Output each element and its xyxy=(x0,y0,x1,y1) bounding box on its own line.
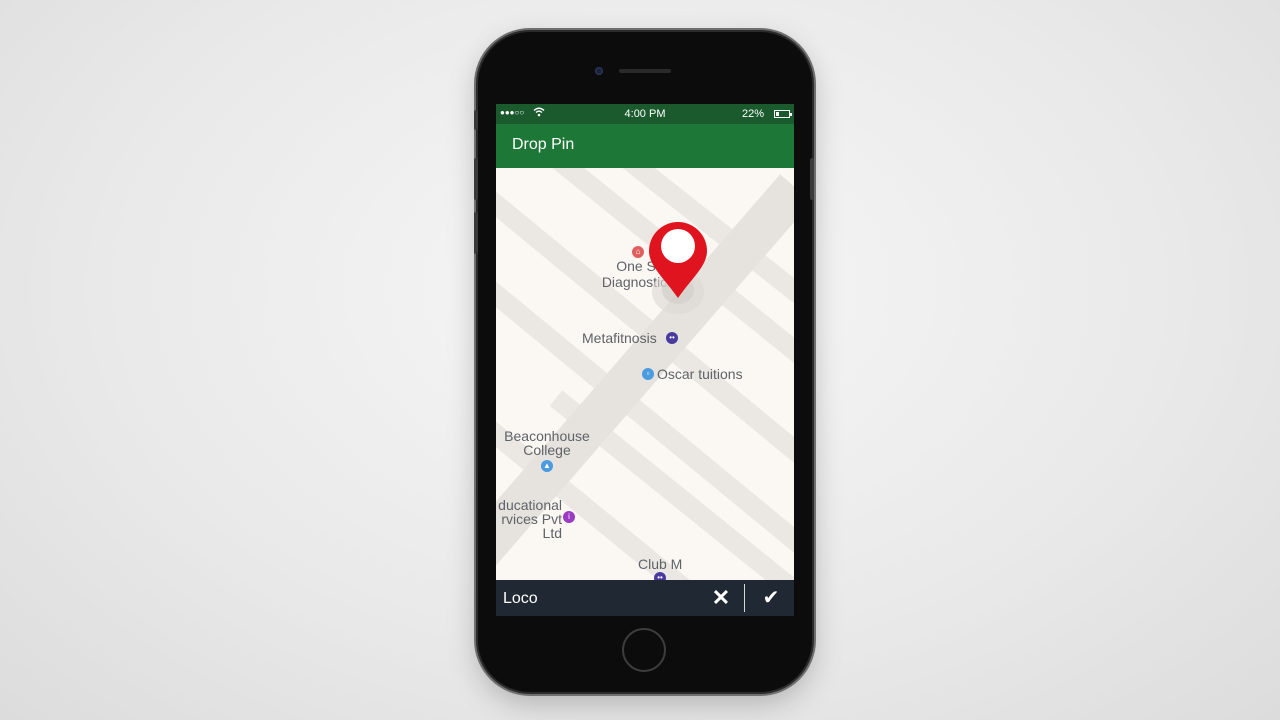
page-title: Drop Pin xyxy=(512,136,575,153)
club-icon[interactable]: •• xyxy=(654,572,666,580)
place-label-oscar-tuitions[interactable]: Oscar tuitions xyxy=(657,367,743,381)
place-label-metafitnosis[interactable]: Metafitnosis xyxy=(582,331,657,345)
location-name-text: Loco xyxy=(503,590,538,607)
graduation-cap-icon[interactable]: ▲ xyxy=(541,460,553,472)
map-view[interactable]: ⌂ One St Diagnostics Metafitnosis •• ▫ O… xyxy=(496,168,794,580)
fitness-icon[interactable]: •• xyxy=(666,332,678,344)
place-label-educational-services[interactable]: ducational rvices Pvt Ltd xyxy=(496,498,562,540)
battery-percent: 22% xyxy=(741,108,764,120)
place-label-line: rvices Pvt xyxy=(501,511,562,527)
earpiece-speaker xyxy=(619,69,671,73)
place-label-line: Ltd xyxy=(542,525,562,541)
place-label-beaconhouse[interactable]: Beaconhouse College xyxy=(498,429,596,457)
battery-icon xyxy=(774,110,792,118)
school-icon[interactable]: ▫ xyxy=(642,368,654,380)
front-camera xyxy=(595,67,603,75)
volume-down-button xyxy=(474,212,478,254)
map-pin-icon[interactable] xyxy=(634,216,722,326)
place-label-club-m[interactable]: Club M xyxy=(638,557,682,571)
mute-switch xyxy=(474,110,478,130)
bottom-bar: Loco ✕ ✔ xyxy=(496,580,794,616)
check-icon[interactable]: ✔ xyxy=(760,585,782,611)
divider xyxy=(744,584,745,612)
place-label-line: ducational xyxy=(498,497,562,513)
power-button xyxy=(810,158,814,200)
info-icon[interactable]: i xyxy=(563,511,575,523)
phone-frame: ●●●○○ 4:00 PM 22% Drop Pin ⌂ One St Diag… xyxy=(474,32,814,692)
place-label-line: College xyxy=(523,442,571,458)
home-button[interactable] xyxy=(622,628,666,672)
volume-up-button xyxy=(474,158,478,200)
place-label-line: Beaconhouse xyxy=(504,428,590,444)
app-bar: Drop Pin xyxy=(496,124,794,168)
close-icon[interactable]: ✕ xyxy=(710,586,732,610)
phone-screen: ●●●○○ 4:00 PM 22% Drop Pin ⌂ One St Diag… xyxy=(496,104,794,616)
status-bar: ●●●○○ 4:00 PM 22% xyxy=(496,104,794,124)
